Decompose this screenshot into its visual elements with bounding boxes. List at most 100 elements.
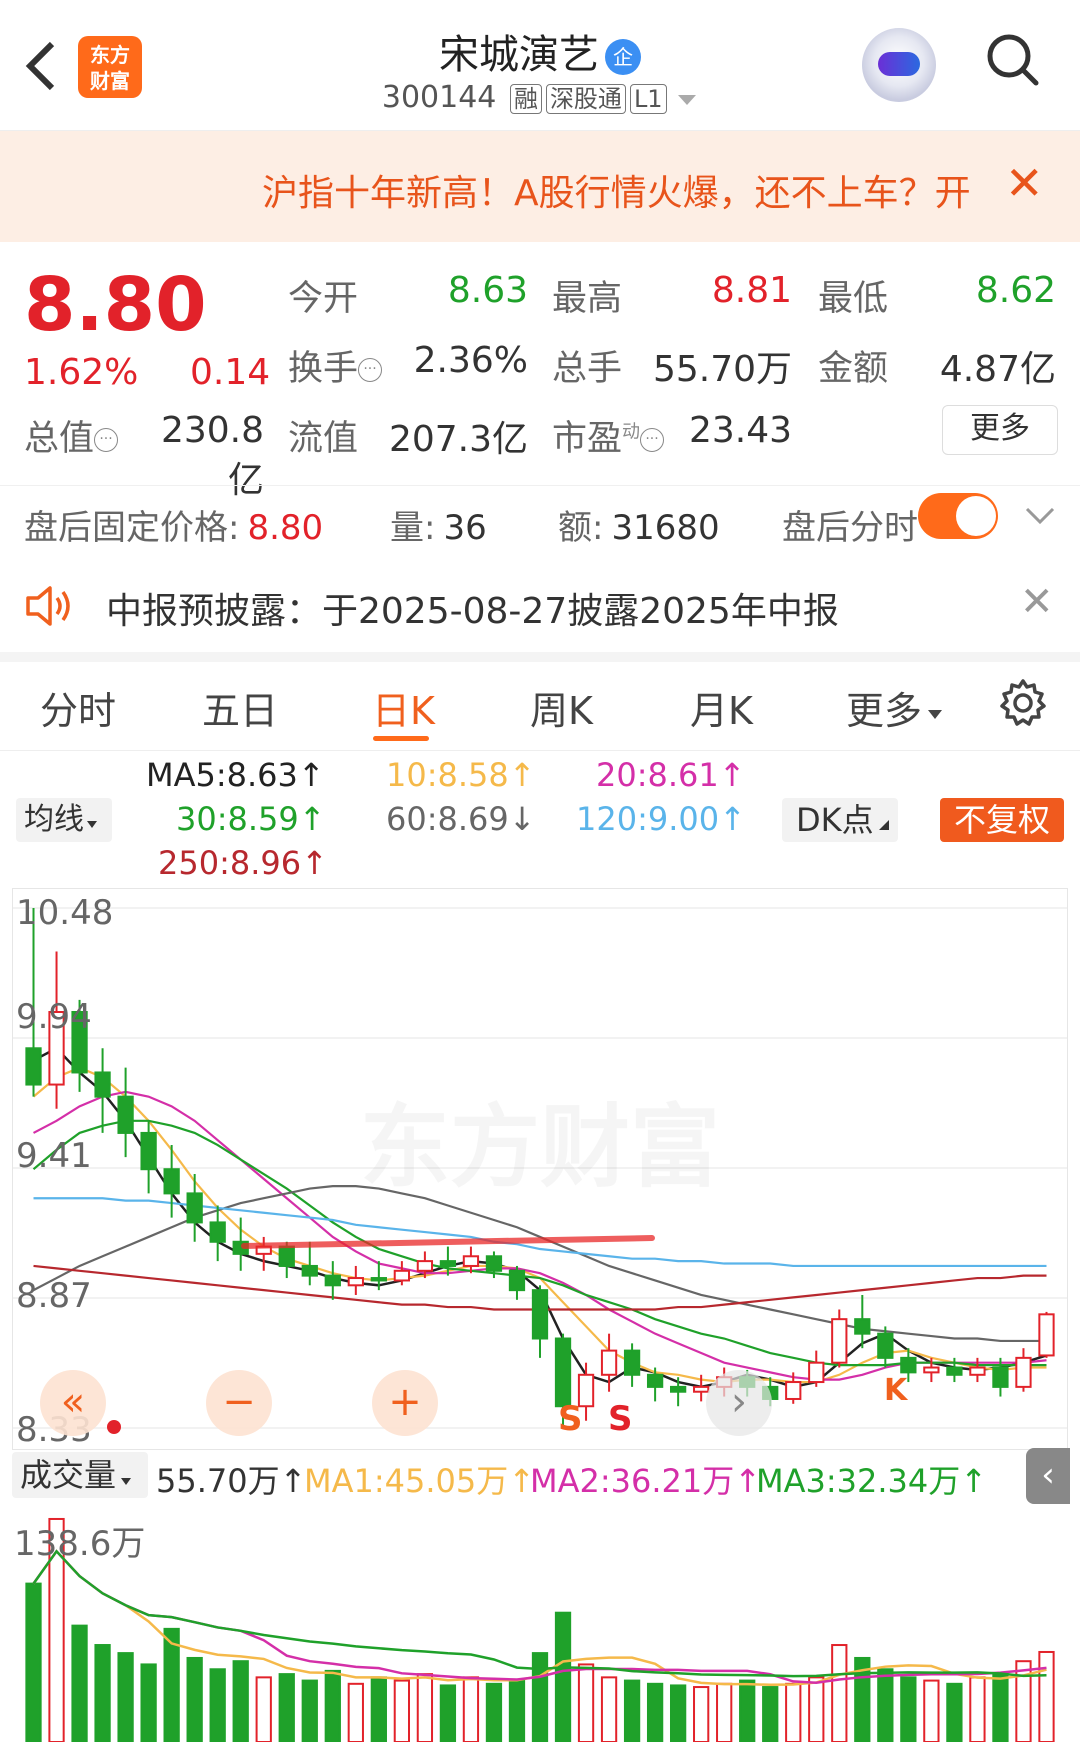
after-amount: 额: 31680 <box>558 500 720 549</box>
kline-chart[interactable]: 东方财富 S S K <box>12 888 1068 1450</box>
low-label: 最低 <box>818 279 889 319</box>
volume-bar <box>577 1663 595 1742</box>
sell-marker: S <box>558 1399 583 1439</box>
volume-bar <box>646 1682 664 1742</box>
volume-bar <box>808 1676 825 1742</box>
after-hours-toggle[interactable] <box>918 493 998 539</box>
volume-ma2: MA2:36.21万↑ <box>530 1462 762 1500</box>
volume-bar <box>301 1679 318 1742</box>
volume-indicator-selector[interactable]: 成交量 <box>12 1452 148 1498</box>
candle <box>669 1377 687 1407</box>
pe-label[interactable]: 市盈动 ··· <box>552 410 665 461</box>
candle <box>324 1261 341 1300</box>
high-value: 8.81 <box>711 270 792 311</box>
volume-bar <box>347 1682 364 1742</box>
candle-body <box>946 1366 963 1376</box>
no-adjust-button[interactable]: 不复权 <box>940 798 1064 842</box>
settings-gear-icon[interactable] <box>998 678 1048 728</box>
volume-bar <box>785 1682 802 1742</box>
candle-body <box>646 1373 664 1388</box>
volume-bar <box>186 1656 203 1742</box>
candle-body <box>1015 1356 1032 1388</box>
volume-bar <box>600 1676 618 1742</box>
volume-bar <box>923 1679 940 1742</box>
candle-body <box>278 1245 295 1267</box>
pe-value: 23.43 <box>688 410 792 451</box>
current-price: 8.80 <box>24 262 207 348</box>
turnover-label[interactable]: 换手 ··· <box>288 340 383 391</box>
dk-point-button[interactable]: DK点 <box>782 798 898 842</box>
candle <box>623 1343 641 1387</box>
notice-close-icon[interactable]: ✕ <box>1020 582 1054 622</box>
fixed-price-value: 8.80 <box>247 508 324 548</box>
sell-marker: S <box>608 1399 633 1439</box>
candle <box>117 1067 134 1158</box>
volume-bar <box>716 1682 733 1742</box>
active-tab-indicator <box>373 736 429 741</box>
volume-bar <box>209 1668 226 1742</box>
k-marker: K <box>884 1373 909 1408</box>
open-label: 今开 <box>288 279 359 319</box>
volume-bar <box>900 1676 917 1742</box>
notice-text[interactable]: 中报预披露：于2025-08-27披露2025年中报 <box>106 582 839 634</box>
candle-body <box>416 1260 434 1272</box>
tag-connect: 深股通 <box>545 84 626 114</box>
tab-monthly-k[interactable]: 月K <box>690 680 753 735</box>
ma30-value: 30:8.59↑ <box>176 800 326 838</box>
market-cap-label[interactable]: 总值 ··· <box>24 410 119 461</box>
ma5-value: MA5:8.63↑ <box>146 756 325 794</box>
tab-more[interactable]: 更多 <box>846 680 944 735</box>
volume-bar <box>71 1624 88 1742</box>
stock-name: 宋城演艺 <box>439 32 599 78</box>
zoom-out-button[interactable]: − <box>206 1370 272 1436</box>
ma-selector[interactable]: 均线 <box>16 798 112 842</box>
volume-bar <box>25 1582 42 1742</box>
after-amount-label: 额: <box>558 508 604 548</box>
volume-bar <box>485 1682 503 1742</box>
volume-chart[interactable] <box>12 1508 1068 1742</box>
scroll-left-button[interactable]: « <box>40 1370 106 1436</box>
candle <box>831 1309 848 1368</box>
volume-bar <box>531 1652 549 1742</box>
candle-body <box>531 1289 549 1340</box>
volume-bar <box>140 1663 157 1742</box>
tab-intraday[interactable]: 分时 <box>40 680 116 735</box>
chevron-down-icon[interactable] <box>1024 506 1056 526</box>
tab-daily-k[interactable]: 日K <box>372 680 435 735</box>
open-value: 8.63 <box>447 270 528 311</box>
corner-caret-icon <box>878 820 889 830</box>
assistant-robot-icon[interactable] <box>862 28 936 102</box>
promo-banner-text[interactable]: 沪指十年新高！A股行情火爆，还不上车？开 <box>262 164 972 216</box>
candle-body <box>508 1269 526 1292</box>
scroll-right-button[interactable]: › <box>706 1370 772 1436</box>
tab-five-day[interactable]: 五日 <box>202 680 278 735</box>
candle <box>1038 1311 1055 1358</box>
candle-body <box>854 1318 871 1335</box>
candle <box>531 1285 549 1358</box>
candle-body <box>347 1277 364 1287</box>
zoom-in-button[interactable]: + <box>372 1370 438 1436</box>
candle <box>94 1048 111 1133</box>
candle <box>923 1357 940 1383</box>
promo-close-icon[interactable]: ✕ <box>1005 160 1044 206</box>
volume-value: 55.70万 <box>652 349 792 390</box>
change-percent: 1.62% <box>24 352 139 393</box>
search-icon[interactable] <box>985 32 1039 86</box>
volume-ma3: MA3:32.34万↑ <box>756 1462 988 1500</box>
caret-down-icon <box>87 821 97 828</box>
candle-body <box>25 1047 42 1086</box>
caret-down-icon <box>121 1478 132 1485</box>
tab-weekly-k[interactable]: 周K <box>530 680 593 735</box>
caret-down-icon <box>678 95 697 105</box>
candle-body <box>669 1385 687 1393</box>
candle-body <box>992 1366 1009 1388</box>
volume-bars <box>25 1517 1055 1742</box>
candle-body <box>831 1318 848 1364</box>
candle-body <box>94 1071 111 1098</box>
collapse-panel-button[interactable]: ‹ <box>1026 1448 1070 1504</box>
support-trendline <box>241 1235 655 1249</box>
more-quote-button[interactable]: 更多 <box>942 405 1058 455</box>
volume-bar <box>762 1686 779 1742</box>
volume-bar <box>117 1652 134 1742</box>
volume-bar <box>508 1679 526 1742</box>
